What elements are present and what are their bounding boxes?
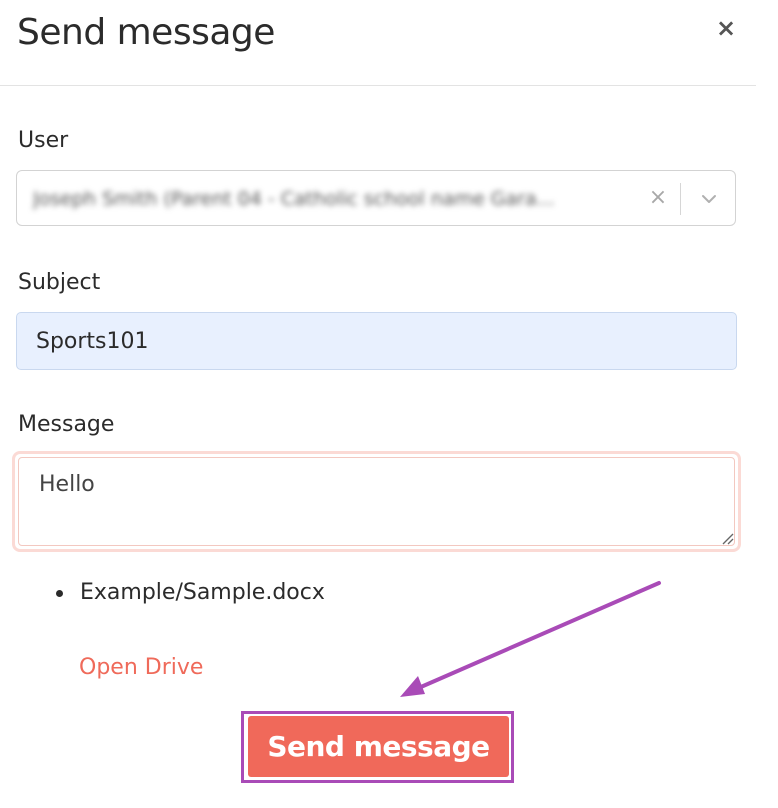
send-message-dialog: Send message × User Joseph Smith (Parent… — [0, 0, 778, 808]
chevron-down-icon[interactable] — [695, 185, 723, 213]
user-select[interactable]: Joseph Smith (Parent 04 - Catholic schoo… — [16, 170, 736, 226]
clear-selection-icon[interactable]: × — [643, 183, 673, 213]
message-label: Message — [18, 412, 115, 437]
resize-handle-icon[interactable] — [720, 531, 734, 545]
user-label: User — [18, 128, 69, 153]
user-select-value: Joseph Smith (Parent 04 - Catholic schoo… — [33, 188, 555, 210]
message-field-focus-ring: Hello — [12, 451, 741, 552]
select-separator — [680, 183, 681, 215]
subject-label: Subject — [18, 270, 101, 295]
attachment-list: Example/Sample.docx — [56, 575, 325, 611]
open-drive-link[interactable]: Open Drive — [79, 653, 203, 683]
annotation-arrow — [400, 581, 661, 697]
close-icon[interactable]: × — [712, 14, 740, 42]
attachment-name: Example/Sample.docx — [80, 580, 325, 605]
dialog-title: Send message — [17, 12, 275, 53]
attachment-item[interactable]: Example/Sample.docx — [56, 575, 325, 611]
dialog-header: Send message × — [0, 0, 756, 86]
message-textarea[interactable]: Hello — [18, 457, 735, 546]
bullet-icon — [56, 590, 63, 597]
subject-input[interactable] — [16, 312, 737, 370]
send-message-button[interactable]: Send message — [248, 716, 509, 777]
